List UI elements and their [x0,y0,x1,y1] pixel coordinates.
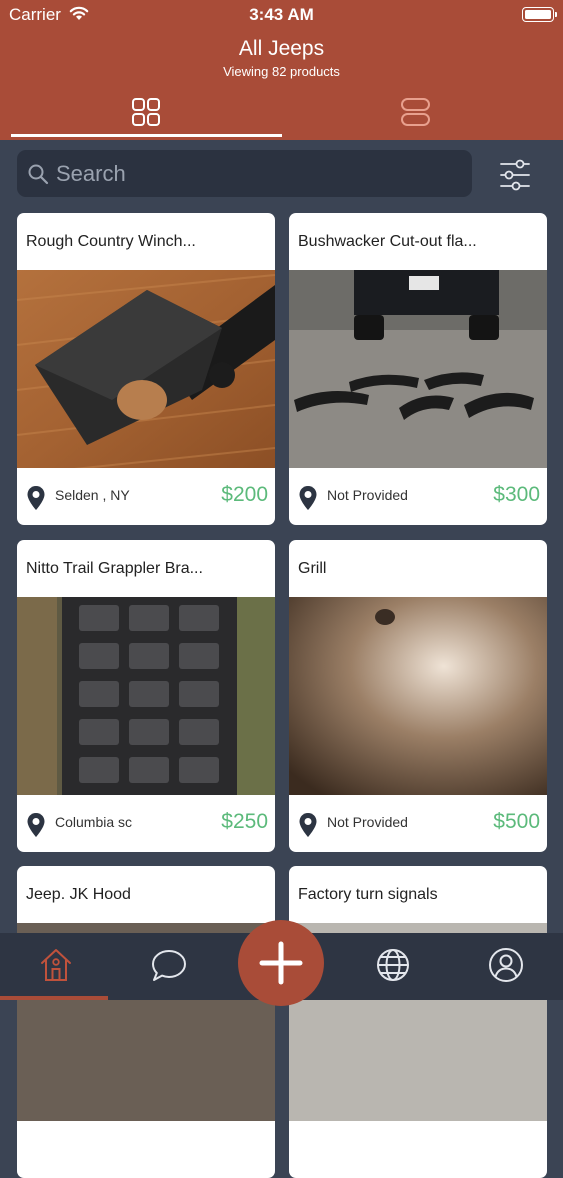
product-image[interactable] [289,270,547,468]
product-image[interactable] [289,597,547,795]
product-price: $250 [221,810,268,833]
header: Carrier 3:43 AM All Jeeps Viewing 82 pro… [0,0,563,140]
add-icon [259,941,303,985]
search-icon [28,164,49,185]
location-pin-icon [27,813,45,837]
battery-icon [522,7,557,22]
status-bar: Carrier 3:43 AM [0,0,563,30]
filter-icon[interactable] [496,158,534,192]
page-title: All Jeeps [238,37,325,60]
list-icon[interactable] [396,95,436,129]
product-card[interactable]: Bushwacker Cut-out fla... Not Provided $… [289,213,547,525]
location-pin-icon [299,813,317,837]
product-location: Selden , NY [55,487,130,503]
profile-icon[interactable] [487,947,525,983]
active-tab-underline [0,996,108,1000]
product-title: Factory turn signals [298,886,438,903]
clock: 3:43 AM [249,5,314,24]
location-pin-icon [299,486,317,510]
product-count: Viewing 82 products [223,64,340,79]
add-button[interactable] [238,920,324,1006]
product-card[interactable]: Nitto Trail Grappler Bra... Columbia sc … [17,540,275,852]
product-card[interactable]: Rough Country Winch... Selden , NY $200 [17,213,275,525]
product-price: $500 [493,810,540,833]
product-card[interactable]: Grill Not Provided $500 [289,540,547,852]
product-title: Jeep. JK Hood [26,886,131,903]
home-icon[interactable] [39,947,73,983]
product-price: $300 [493,483,540,506]
product-title: Nitto Trail Grappler Bra... [26,560,203,577]
product-image[interactable] [17,597,275,795]
product-location: Not Provided [327,814,408,830]
product-image[interactable] [17,270,275,468]
search-input[interactable] [56,150,456,197]
search-bar[interactable] [17,150,472,197]
chat-icon[interactable] [150,947,188,983]
product-title: Bushwacker Cut-out fla... [298,233,477,250]
location-pin-icon [27,486,45,510]
grid-icon[interactable] [126,95,166,129]
product-location: Not Provided [327,487,408,503]
product-card[interactable]: Jeep. JK Hood [17,866,275,1178]
active-tab-indicator [11,134,282,137]
product-card[interactable]: Factory turn signals [289,866,547,1178]
product-title: Rough Country Winch... [26,233,196,250]
globe-icon[interactable] [374,947,412,983]
product-title: Grill [298,560,327,577]
product-price: $200 [221,483,268,506]
product-location: Columbia sc [55,814,133,830]
